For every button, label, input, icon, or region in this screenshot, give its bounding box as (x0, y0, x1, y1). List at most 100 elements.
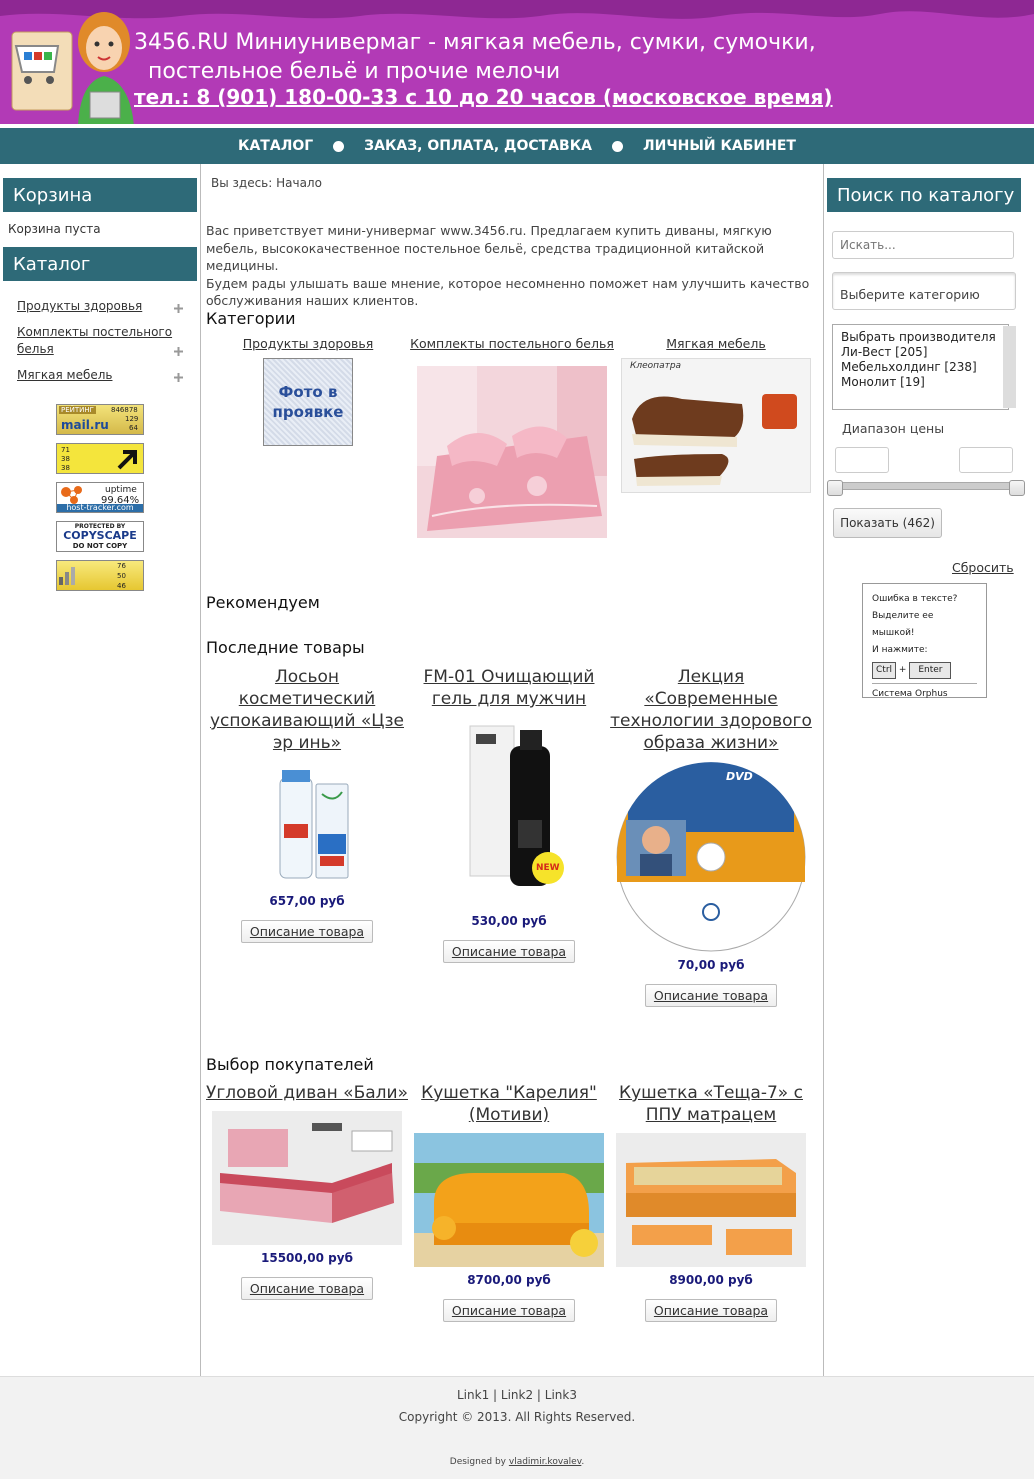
nav-personal-cabinet[interactable]: ЛИЧНЫЙ КАБИНЕТ (623, 138, 816, 154)
stats-counter[interactable]: 76 50 46 (56, 560, 144, 591)
cart-title: Корзина (2, 177, 198, 215)
yellow-couch-image[interactable] (414, 1133, 604, 1267)
categories-heading: Категории (206, 309, 296, 328)
product-details-button[interactable]: Описание товара (644, 984, 778, 1007)
mailru-brand: mail.ru (61, 418, 109, 432)
mailru-n1: 846878 (111, 406, 138, 414)
site-title-line2: постельное бельё и прочие мелочи (148, 59, 561, 84)
product-details-button[interactable]: Описание товара (240, 1277, 374, 1300)
logo-shopkeeper-icon (11, 12, 134, 124)
product-details-button[interactable]: Описание товара (240, 920, 374, 943)
product-card: Лосьон косметический успокаивающий «Цзе … (206, 666, 408, 1007)
copyscape-badge[interactable]: PROTECTED BY COPYSCAPE DO NOT COPY (56, 521, 144, 552)
designed-by-prefix: Designed by (449, 1457, 506, 1467)
left-sidebar: Корзина Корзина пуста Каталог Продукты з… (0, 164, 200, 1376)
right-sidebar: Поиск по каталогу Выберите категорию Выб… (824, 164, 1034, 1376)
product-details-button[interactable]: Описание товара (442, 940, 576, 963)
site-footer: Link1 | Link2 | Link3 Copyright © 2013. … (0, 1376, 1034, 1479)
product-name-link[interactable]: Кушетка «Теща-7» с ППУ матрацем (610, 1082, 812, 1126)
photo-placeholder[interactable]: Фото в проявке (263, 358, 353, 446)
price-range-label: Диапазон цены (842, 421, 945, 436)
copyright: Copyright © 2013. All Rights Reserved. (398, 1410, 636, 1424)
orphus-widget[interactable]: Ошибка в тексте? Выделите ее мышкой! И н… (862, 583, 987, 699)
expand-plus-icon[interactable] (174, 304, 183, 313)
phone-link[interactable]: тел.: 8 (901) 180-00-33 с 10 до 20 часов… (134, 85, 833, 109)
listbox-scrollbar[interactable] (1003, 326, 1016, 408)
liveinternet-counter[interactable]: 71 38 38 (56, 443, 144, 474)
nav-catalog[interactable]: КАТАЛОГ (218, 138, 333, 154)
category-link[interactable]: Мягкая мебель (614, 336, 818, 352)
price-slider-max-handle[interactable] (1009, 480, 1025, 496)
stats-n2: 50 (117, 572, 126, 580)
bar-chart-icon (59, 567, 75, 585)
show-results-button[interactable]: Показать (462) (833, 508, 942, 538)
product-price: 657,00 руб (269, 894, 345, 908)
product-details-button[interactable]: Описание товара (442, 1299, 576, 1322)
manufacturer-option[interactable]: Мебельхолдинг [238] (841, 360, 1008, 375)
category-card: Мягкая мебель Клеопатра (614, 336, 818, 538)
product-price: 530,00 руб (471, 914, 547, 928)
stats-n1: 76 (117, 562, 126, 570)
recommended-heading: Рекомендуем (206, 593, 320, 612)
product-details-button[interactable]: Описание товара (644, 1299, 778, 1322)
footer-link-3[interactable]: Link3 (545, 1388, 577, 1402)
category-select[interactable]: Выберите категорию (832, 272, 1016, 310)
bunk-couch-image[interactable] (616, 1133, 806, 1267)
dvd-disc-image[interactable]: DVD (616, 762, 806, 952)
manufacturer-option[interactable]: Ли-Вест [205] (841, 345, 1008, 360)
manufacturer-option[interactable]: Выбрать производителя (841, 330, 1008, 345)
designer-link[interactable]: vladimir.kovalev (509, 1457, 581, 1467)
product-name-link[interactable]: Кушетка "Карелия" (Мотиви) (408, 1082, 610, 1126)
manufacturer-option[interactable]: Монолит [19] (841, 375, 1008, 390)
dvd-label: DVD (726, 770, 753, 783)
bedding-image[interactable] (417, 366, 607, 538)
product-name-link[interactable]: Лосьон косметический успокаивающий «Цзе … (206, 666, 408, 754)
gel-bottle-image[interactable]: NEW (414, 720, 604, 908)
product-name-link[interactable]: Угловой диван «Бали» (206, 1082, 408, 1104)
breadcrumb: Вы здесь: Начало (211, 176, 322, 190)
designed-by: Designed by vladimir.kovalev. (449, 1457, 585, 1467)
categories-grid: Продукты здоровья Фото в проявке Комплек… (206, 336, 818, 538)
site-title-line1: 3456.RU Миниунивермаг - мягкая мебель, с… (134, 30, 816, 55)
furniture-image[interactable]: Клеопатра (621, 358, 811, 493)
footer-link-1[interactable]: Link1 (457, 1388, 489, 1402)
product-card: FM-01 Очищающий гель для мужчин NEW 530,… (408, 666, 610, 1007)
expand-plus-icon[interactable] (174, 347, 183, 356)
mailru-counter[interactable]: РЕЙТИНГ 846878 129 64 mail.ru (56, 404, 144, 435)
lotion-bottle-image[interactable] (212, 764, 402, 888)
nav-order-payment-delivery[interactable]: ЗАКАЗ, ОПЛАТА, ДОСТАВКА (344, 138, 612, 154)
copyscape-line3: DO NOT COPY (72, 542, 128, 550)
category-link[interactable]: Продукты здоровья (206, 336, 410, 352)
catalog-link-bedding[interactable]: Комплекты постельного белья (17, 324, 177, 358)
latest-products-grid: Лосьон косметический успокаивающий «Цзе … (206, 666, 818, 1007)
price-slider-track[interactable] (828, 482, 1024, 490)
orphus-divider (872, 683, 977, 684)
catalog-item-bedding: Комплекты постельного белья (17, 324, 187, 358)
product-name-link[interactable]: Лекция «Современные технологии здорового… (610, 666, 812, 754)
mailru-n3: 64 (129, 424, 138, 432)
expand-plus-icon[interactable] (174, 373, 183, 382)
footer-link-2[interactable]: Link2 (501, 1388, 533, 1402)
host-tracker-counter[interactable]: uptime 99.64% host-tracker.com (56, 482, 144, 513)
counters-block: РЕЙТИНГ 846878 129 64 mail.ru 71 38 38 u… (56, 404, 144, 599)
footer-links: Link1 | Link2 | Link3 (457, 1388, 577, 1402)
category-link[interactable]: Комплекты постельного белья (410, 336, 614, 352)
copyscape-line2: COPYSCAPE (63, 529, 137, 542)
enter-key: Enter (909, 662, 952, 679)
manufacturer-listbox[interactable]: Выбрать производителя Ли-Вест [205] Мебе… (832, 324, 1016, 410)
catalog-link-health[interactable]: Продукты здоровья (17, 298, 177, 315)
site-title: 3456.RU Миниунивермаг - мягкая мебель, с… (134, 28, 816, 86)
ctrl-key: Ctrl (872, 662, 897, 679)
search-input[interactable] (832, 231, 1014, 259)
catalog-link-furniture[interactable]: Мягкая мебель (17, 367, 177, 384)
orphus-line3: И нажмите: (872, 645, 928, 655)
corner-sofa-image[interactable] (212, 1111, 402, 1245)
reset-link[interactable]: Сбросить (952, 560, 1014, 575)
price-slider-min-handle[interactable] (827, 480, 843, 496)
price-max-input[interactable] (959, 447, 1013, 473)
orphus-keys: Ctrl + Enter (872, 662, 977, 679)
product-name-link[interactable]: FM-01 Очищающий гель для мужчин (408, 666, 610, 710)
price-min-input[interactable] (835, 447, 889, 473)
product-card: Кушетка «Теща-7» с ППУ матрацем 8900,00 … (610, 1082, 812, 1322)
orphus-line2: Выделите ее мышкой! (872, 611, 934, 638)
